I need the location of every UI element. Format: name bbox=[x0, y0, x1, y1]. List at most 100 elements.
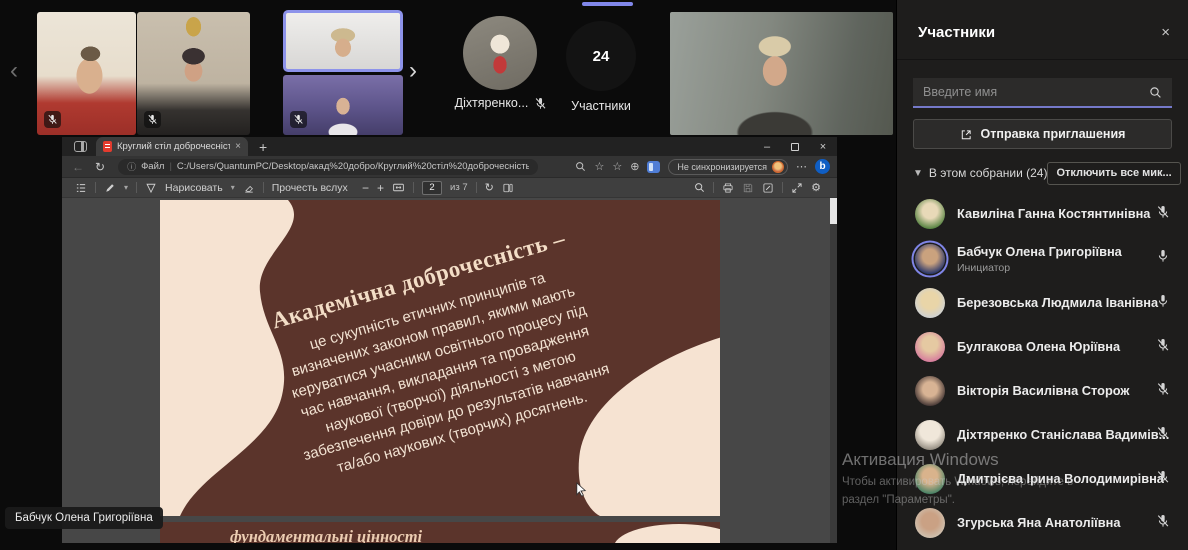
mic-status-icon[interactable] bbox=[1156, 249, 1170, 268]
page-number-input[interactable]: 2 bbox=[422, 180, 443, 195]
panel-title: Участники bbox=[918, 24, 996, 41]
restore-button[interactable] bbox=[781, 137, 809, 156]
participant-list: Кавиліна Ганна Костянтинівна Бабчук Олен… bbox=[897, 192, 1188, 545]
table-of-contents-icon[interactable] bbox=[75, 182, 87, 194]
avatar bbox=[915, 420, 945, 450]
toolbar-separator bbox=[413, 182, 415, 193]
participant-row[interactable]: Кавиліна Ганна Костянтинівна bbox=[897, 192, 1188, 236]
page-view-icon[interactable] bbox=[502, 182, 514, 194]
new-tab-button[interactable]: + bbox=[259, 140, 267, 154]
avatar bbox=[915, 243, 945, 274]
star-menu-icon[interactable]: ☆ bbox=[594, 160, 604, 173]
filmstrip-next-button[interactable]: › bbox=[409, 57, 417, 85]
panel-close-icon[interactable]: × bbox=[1161, 24, 1170, 41]
toolbar-separator bbox=[136, 182, 138, 193]
search-document-icon[interactable] bbox=[694, 182, 705, 193]
video-thumbnail-2[interactable] bbox=[137, 12, 250, 135]
avatar bbox=[915, 288, 945, 318]
scheme-label: Файл bbox=[141, 161, 165, 172]
eraser-icon[interactable] bbox=[243, 182, 255, 194]
participant-row[interactable]: Діхтяренко Станіслава Вадимів... bbox=[897, 413, 1188, 457]
mic-status-icon[interactable] bbox=[1156, 294, 1170, 313]
mic-status-icon[interactable] bbox=[1156, 382, 1170, 401]
participant-name: Булгакова Олена Юріївна bbox=[957, 339, 1121, 354]
highlight-pen-icon[interactable] bbox=[104, 182, 116, 194]
tab-close-icon[interactable]: × bbox=[235, 141, 241, 152]
participant-row[interactable]: Булгакова Олена Юріївна bbox=[897, 325, 1188, 369]
fullscreen-icon[interactable] bbox=[791, 182, 803, 194]
fit-to-width-icon[interactable] bbox=[392, 181, 405, 194]
save-as-icon[interactable] bbox=[762, 182, 774, 194]
zoom-in-button[interactable]: + bbox=[377, 181, 384, 195]
refresh-icon[interactable]: ↻ bbox=[95, 160, 105, 174]
pdf-viewport[interactable]: Академічна доброчесність – це сукупність… bbox=[62, 198, 837, 543]
avatar bbox=[915, 508, 945, 538]
participant-row[interactable]: Згурська Яна Анатоліївна bbox=[897, 501, 1188, 545]
draw-pen-icon[interactable] bbox=[145, 182, 157, 194]
pdf-scrollbar[interactable] bbox=[830, 198, 837, 543]
presenter-name-badge: Бабчук Олена Григоріївна bbox=[5, 507, 163, 529]
print-icon[interactable] bbox=[722, 182, 734, 194]
address-field[interactable]: ⓘ Файл | C:/Users/QuantumPC/Desktop/акад… bbox=[118, 158, 539, 175]
video-thumbnail-1[interactable] bbox=[37, 12, 136, 135]
video-thumbnail-4[interactable] bbox=[283, 75, 403, 135]
participant-search-input[interactable]: Введите имя bbox=[913, 78, 1172, 108]
mute-all-button[interactable]: Отключить все мик... bbox=[1047, 161, 1181, 185]
browser-tab-pdf[interactable]: Круглий стіл доброчесність1.pd × bbox=[96, 137, 248, 156]
minimize-button[interactable]: – bbox=[753, 137, 781, 156]
pdf-toolbar: ▾ Нарисовать ▾ Прочесть вслух − + 2 из 7… bbox=[62, 178, 837, 198]
pdf-scrollbar-thumb[interactable] bbox=[830, 198, 837, 224]
mic-muted-icon bbox=[144, 111, 161, 128]
video-thumbnail-3-active-speaker[interactable] bbox=[283, 10, 403, 72]
url-text: C:/Users/QuantumPC/Desktop/акад%20добро/… bbox=[176, 161, 530, 172]
mic-status-icon[interactable] bbox=[1156, 514, 1170, 533]
mic-status-icon[interactable] bbox=[1156, 338, 1170, 357]
split-screen-icon[interactable] bbox=[647, 160, 661, 173]
filmstrip-prev-button[interactable]: ‹ bbox=[10, 57, 18, 85]
save-icon[interactable] bbox=[742, 182, 754, 194]
chevron-down-icon[interactable]: ▾ bbox=[124, 183, 128, 192]
rotate-icon[interactable]: ↻ bbox=[485, 181, 494, 194]
sync-status-pill[interactable]: Не синхронизируется bbox=[668, 158, 788, 175]
pdf-toolbar-left: ▾ Нарисовать ▾ Прочесть вслух bbox=[75, 182, 348, 194]
participants-panel: Участники × Введите имя Отправка приглаш… bbox=[896, 0, 1188, 550]
mic-status-icon[interactable] bbox=[1156, 426, 1170, 445]
overflow-participant-label: Діхтяренко... bbox=[436, 96, 566, 110]
close-button[interactable]: × bbox=[809, 137, 837, 156]
tab-actions-icon[interactable] bbox=[74, 141, 87, 152]
settings-gear-icon[interactable]: ⚙ bbox=[811, 181, 821, 194]
participant-row[interactable]: Дмитрієва Ірина Володимирівна bbox=[897, 457, 1188, 501]
zoom-out-button[interactable]: − bbox=[362, 181, 369, 195]
participant-row[interactable]: Березовська Людмила Іванівна bbox=[897, 281, 1188, 325]
chevron-down-icon[interactable]: ▾ bbox=[231, 183, 235, 192]
page-info-icon[interactable]: ⓘ bbox=[127, 160, 136, 173]
toolbar-separator bbox=[262, 182, 264, 193]
mic-status-icon[interactable] bbox=[1156, 470, 1170, 489]
pdf-toolbar-center: − + 2 из 7 ↻ bbox=[362, 180, 514, 195]
participant-count-label: Участники bbox=[571, 99, 631, 113]
next-slide-title: фундаментальні цінності bbox=[230, 527, 423, 543]
participant-row[interactable]: Вікторія Василівна Сторож bbox=[897, 369, 1188, 413]
more-menu-icon[interactable]: ⋯ bbox=[796, 160, 807, 173]
search-icon[interactable] bbox=[575, 161, 586, 172]
read-aloud-button[interactable]: Прочесть вслух bbox=[272, 182, 348, 194]
invite-label: Отправка приглашения bbox=[980, 127, 1126, 141]
draw-label[interactable]: Нарисовать bbox=[165, 182, 223, 194]
bing-copilot-icon[interactable]: b bbox=[815, 159, 830, 174]
in-meeting-section-header: ▼ В этом собрании (24) Отключить все мик… bbox=[913, 161, 1181, 185]
mic-status-icon[interactable] bbox=[1156, 205, 1170, 224]
send-invite-button[interactable]: Отправка приглашения bbox=[913, 119, 1172, 149]
profile-avatar bbox=[772, 160, 784, 173]
collections-icon[interactable]: ⊕ bbox=[630, 160, 639, 173]
avatar bbox=[915, 332, 945, 362]
overflow-participant-avatar[interactable] bbox=[463, 16, 537, 90]
back-icon[interactable]: ← bbox=[72, 160, 84, 174]
favorite-icon[interactable]: ☆ bbox=[612, 160, 622, 173]
divider bbox=[897, 59, 1188, 60]
participant-name: Бабчук Олена Григоріївна bbox=[957, 244, 1122, 259]
participant-row[interactable]: Бабчук Олена Григоріївна Инициатор bbox=[897, 236, 1188, 281]
search-icon[interactable] bbox=[1149, 86, 1162, 99]
caret-down-icon[interactable]: ▼ bbox=[913, 168, 923, 179]
participant-count-bubble[interactable]: 24 bbox=[566, 21, 636, 91]
spotlight-video[interactable] bbox=[670, 12, 893, 135]
